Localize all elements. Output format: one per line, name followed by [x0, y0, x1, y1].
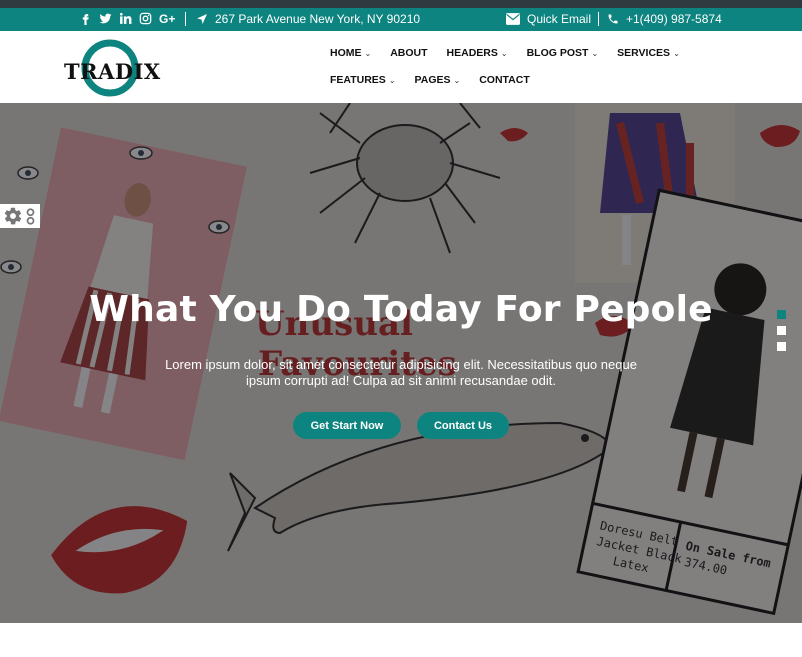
address-text: 267 Park Avenue New York, NY 90210: [215, 12, 421, 26]
chevron-down-icon: ⌄: [591, 48, 599, 58]
nav-item-about[interactable]: ABOUT: [390, 47, 427, 59]
top-info-bar: G+ 267 Park Avenue New York, NY 90210 Qu…: [0, 8, 802, 31]
twitter-icon[interactable]: [99, 12, 112, 26]
slider-dot-1[interactable]: [777, 310, 786, 319]
slider-dot-3[interactable]: [777, 342, 786, 351]
envelope-icon: [506, 13, 520, 25]
nav-label[interactable]: HOME: [330, 47, 362, 59]
divider: [598, 12, 599, 26]
nav-label[interactable]: HEADERS: [447, 47, 498, 59]
get-start-now-button[interactable]: Get Start Now: [293, 412, 401, 439]
chevron-down-icon: ⌄: [500, 48, 508, 58]
main-nav-row-2: FEATURES ⌄ PAGES ⌄ CONTACT: [330, 74, 549, 86]
email-label[interactable]: Quick Email: [527, 12, 591, 26]
email-link[interactable]: Quick Email: [506, 12, 591, 26]
site-header: TRADIX HOME ⌄ ABOUT HEADERS ⌄ BLOG POST ⌄ S…: [0, 31, 802, 103]
hero-title: What You Do Today For Pepole: [89, 289, 713, 330]
nav-label[interactable]: SERVICES: [617, 47, 670, 59]
browser-frame-strip: [0, 0, 802, 8]
divider: [185, 12, 186, 26]
address: 267 Park Avenue New York, NY 90210: [196, 12, 420, 26]
small-gears-icon: [26, 207, 35, 225]
phone-number[interactable]: +1(409) 987-5874: [626, 12, 722, 26]
nav-label[interactable]: ABOUT: [390, 47, 427, 59]
chevron-down-icon: ⌄: [673, 48, 680, 58]
chevron-down-icon: ⌄: [453, 75, 461, 85]
linkedin-icon[interactable]: [119, 12, 132, 26]
nav-label[interactable]: FEATURES: [330, 74, 386, 86]
chevron-down-icon: ⌄: [388, 75, 396, 85]
location-arrow-icon: [197, 14, 207, 24]
phone-link[interactable]: +1(409) 987-5874: [607, 12, 722, 26]
instagram-icon[interactable]: [139, 12, 152, 26]
main-nav-row-1: HOME ⌄ ABOUT HEADERS ⌄ BLOG POST ⌄ SERVICES…: [330, 47, 699, 59]
logo[interactable]: TRADIX: [64, 39, 161, 97]
phone-icon: [608, 14, 618, 24]
gear-icon: [4, 207, 22, 225]
nav-item-contact[interactable]: CONTACT: [479, 74, 530, 86]
chevron-down-icon: ⌄: [364, 48, 372, 58]
social-links: G+: [79, 12, 175, 26]
nav-item-features[interactable]: FEATURES ⌄: [330, 74, 396, 86]
nav-item-services[interactable]: SERVICES ⌄: [617, 47, 680, 59]
nav-label[interactable]: PAGES: [415, 74, 451, 86]
slider-pagination: [777, 310, 786, 358]
settings-panel-toggle[interactable]: [0, 204, 40, 228]
google-plus-icon[interactable]: G+: [159, 12, 175, 26]
nav-item-blog-post[interactable]: BLOG POST ⌄: [527, 47, 599, 59]
facebook-icon[interactable]: [79, 12, 92, 26]
hero-subtitle: Lorem ipsum dolor, sit amet consectetur …: [165, 357, 637, 388]
nav-label[interactable]: CONTACT: [479, 74, 530, 86]
nav-label[interactable]: BLOG POST: [527, 47, 589, 59]
nav-item-pages[interactable]: PAGES ⌄: [415, 74, 461, 86]
slider-dot-2[interactable]: [777, 326, 786, 335]
logo-text: TRADIX: [64, 59, 161, 84]
hero-slider: Unusual Favourites Doresu Belt Jacket Bl…: [0, 103, 802, 623]
nav-item-headers[interactable]: HEADERS ⌄: [447, 47, 508, 59]
nav-item-home[interactable]: HOME ⌄: [330, 47, 371, 59]
contact-us-button[interactable]: Contact Us: [417, 412, 509, 439]
